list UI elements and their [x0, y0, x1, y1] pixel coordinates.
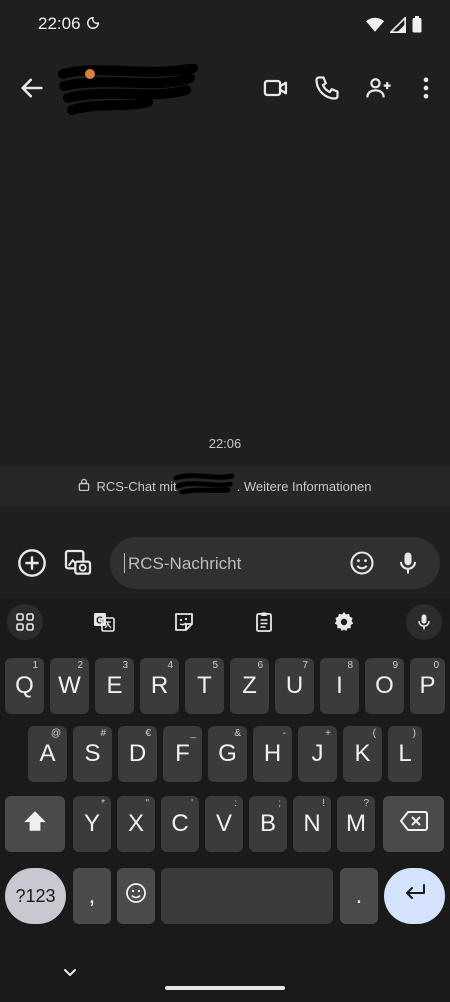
gallery-camera-icon[interactable] [62, 547, 94, 579]
gesture-navigation-bar[interactable] [165, 986, 285, 990]
back-arrow-icon[interactable] [18, 74, 46, 102]
wifi-icon [366, 17, 384, 38]
key[interactable]: D € [118, 726, 157, 782]
translate-icon[interactable]: G [86, 604, 122, 640]
svg-text:G: G [96, 616, 104, 627]
key[interactable]: T5 [185, 658, 224, 714]
comma-key[interactable]: , [73, 868, 111, 924]
key[interactable]: C ' [161, 796, 199, 852]
key[interactable]: M? [337, 796, 375, 852]
key[interactable]: G & [208, 726, 247, 782]
phone-icon[interactable] [313, 74, 341, 102]
emoji-icon[interactable] [348, 549, 376, 577]
message-input[interactable] [126, 551, 330, 577]
add-attachment-icon[interactable] [16, 547, 48, 579]
key[interactable]: V: [205, 796, 243, 852]
key[interactable]: Y * [73, 796, 111, 852]
hide-keyboard-chevron-icon[interactable] [60, 962, 80, 982]
clipboard-icon[interactable] [246, 604, 282, 640]
more-options-icon[interactable] [412, 74, 440, 102]
key[interactable]: J + [298, 726, 337, 782]
add-person-icon[interactable] [365, 74, 393, 102]
settings-gear-icon[interactable] [326, 604, 362, 640]
status-time: 22:06 [38, 14, 81, 33]
more-info-link[interactable]: . Weitere Informationen [237, 479, 372, 494]
emoji-key[interactable] [117, 868, 155, 924]
enter-icon [403, 882, 427, 910]
key[interactable]: Q1 [5, 658, 44, 714]
signal-icon [388, 15, 406, 38]
emoji-key-icon [124, 881, 148, 912]
key[interactable]: U7 [275, 658, 314, 714]
shift-icon [22, 808, 48, 841]
key[interactable]: X " [117, 796, 155, 852]
symbols-key[interactable]: ?123 [5, 868, 66, 924]
shift-key[interactable] [5, 796, 65, 852]
message-field[interactable] [110, 537, 440, 589]
message-timestamp: 22:06 [208, 436, 242, 451]
apps-grid-icon[interactable] [7, 604, 43, 640]
do-not-disturb-icon [86, 16, 100, 35]
lock-icon [78, 478, 90, 494]
space-key[interactable] [161, 868, 333, 924]
compose-bar [0, 533, 450, 593]
period-key[interactable]: . [340, 868, 378, 924]
battery-icon [412, 16, 422, 38]
key[interactable]: A @ [28, 726, 67, 782]
text-cursor [124, 553, 125, 573]
key[interactable]: W2 [50, 658, 89, 714]
key[interactable]: S # [73, 726, 112, 782]
redaction-scribble [58, 64, 198, 115]
backspace-key[interactable] [383, 796, 444, 852]
key[interactable]: R4 [140, 658, 179, 714]
key[interactable]: L) [388, 726, 422, 782]
video-call-icon[interactable] [262, 74, 290, 102]
banner-redaction-scribble [173, 473, 235, 495]
voice-input-icon[interactable] [406, 604, 442, 640]
key[interactable]: I8 [320, 658, 359, 714]
key[interactable]: B; [249, 796, 287, 852]
status-bar: 22:06 [0, 0, 450, 50]
key[interactable]: E3 [95, 658, 134, 714]
backspace-icon [399, 810, 428, 839]
key[interactable]: O9 [365, 658, 404, 714]
key[interactable]: H- [253, 726, 292, 782]
microphone-icon[interactable] [394, 549, 422, 577]
enter-key[interactable] [384, 868, 445, 924]
key[interactable]: K( [343, 726, 382, 782]
key[interactable]: Z6 [230, 658, 269, 714]
key[interactable]: N! [293, 796, 331, 852]
on-screen-keyboard: G Q1 W2 E3 R4 T5 Z6 U7 I8 O9 P0 A @ S # D €… [0, 598, 450, 1002]
key[interactable]: F _ [163, 726, 202, 782]
rcs-banner-text: RCS-Chat mit [96, 478, 177, 494]
key[interactable]: P0 [410, 658, 445, 714]
sticker-icon[interactable] [166, 604, 202, 640]
